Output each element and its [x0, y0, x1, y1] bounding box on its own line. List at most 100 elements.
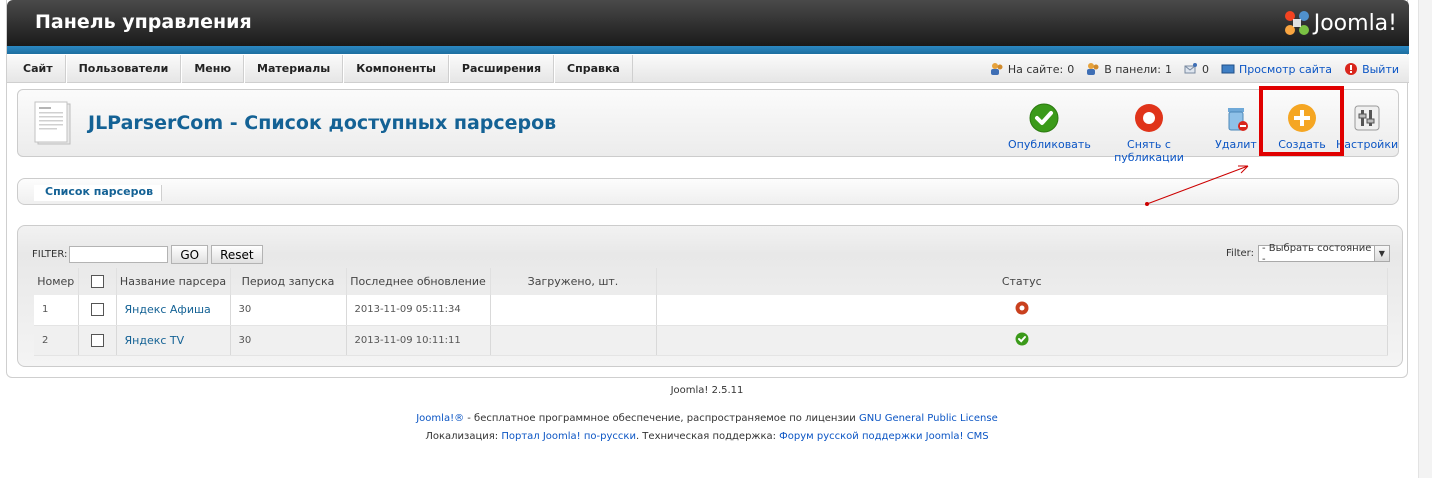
logout-link[interactable]: Выйти: [1344, 62, 1399, 76]
row-number: 2: [34, 325, 79, 356]
localization-label: Локализация:: [425, 431, 502, 442]
messages-icon: [1184, 63, 1198, 74]
go-button[interactable]: GO: [171, 245, 209, 264]
row-checkbox-cell: [78, 295, 117, 326]
settings-icon: [1351, 102, 1383, 134]
version-text: Joomla! 2.5.11: [670, 385, 744, 396]
row-status-cell: [656, 295, 1388, 326]
chevron-down-icon[interactable]: ▼: [1373, 246, 1389, 261]
filter-input[interactable]: [69, 246, 169, 263]
state-filter: Filter: - Выбрать состояние - ▼: [1226, 242, 1390, 265]
joomla-logo: Joomla!: [1282, 8, 1397, 38]
status-area: На сайте: 0 В панели: 1 0 Просмотр сайта…: [978, 55, 1399, 83]
header-bar: Панель управления Joomla!: [7, 0, 1409, 46]
state-select[interactable]: - Выбрать состояние - ▼: [1258, 242, 1390, 265]
row-name-cell: Яндекс TV: [116, 325, 231, 356]
main-menu-bar: Сайт Пользователи Меню Материалы Компоне…: [7, 55, 1409, 83]
unpublish-label: Снять с публикации: [1114, 138, 1184, 164]
users-icon: [990, 63, 1003, 75]
logout-icon: [1345, 63, 1358, 75]
row-checkbox[interactable]: [90, 333, 104, 347]
row-loaded: [490, 295, 657, 326]
view-site-link[interactable]: Просмотр сайта: [1221, 62, 1332, 76]
toolbar-box: JLParserCom - Список доступных парсеров …: [17, 89, 1399, 164]
unpublish-icon: [1133, 102, 1165, 134]
content-panel: FILTER: GO Reset Filter: - Выбрать состо…: [17, 225, 1403, 367]
settings-button[interactable]: Настройки: [1336, 102, 1398, 151]
on-site-count: 0: [1067, 62, 1075, 76]
reset-button[interactable]: Reset: [211, 245, 263, 264]
col-last-update[interactable]: Последнее обновление: [346, 268, 491, 295]
messages-status[interactable]: 0: [1184, 62, 1209, 76]
publish-button[interactable]: Опубликовать: [1008, 102, 1091, 151]
delete-label: Удалит: [1215, 138, 1257, 151]
col-number[interactable]: Номер: [34, 268, 79, 295]
in-panel-count: 1: [1165, 62, 1173, 76]
license-text: - бесплатное программное обеспечение, ра…: [464, 413, 859, 424]
footer: Joomla! 2.5.11 Joomla!® - бесплатное про…: [0, 385, 1414, 449]
messages-count: 0: [1202, 62, 1210, 76]
localization-link[interactable]: Портал Joomla! по-русски: [501, 431, 636, 442]
admin-window: Панель управления Joomla! Сайт Пользоват…: [6, 0, 1409, 378]
row-name-cell: Яндекс Афиша: [116, 295, 231, 326]
col-select-all: [78, 268, 117, 295]
trash-icon: [1220, 102, 1252, 134]
parser-name-link[interactable]: Яндекс TV: [125, 334, 185, 347]
row-period: 30: [230, 295, 347, 326]
menu-item-components[interactable]: Компоненты: [343, 55, 449, 83]
in-panel-status: В панели: 1: [1086, 62, 1172, 76]
row-status-cell: [656, 325, 1388, 356]
localization-line: Локализация: Портал Joomla! по-русски. Т…: [0, 431, 1414, 442]
publish-label: Опубликовать: [1008, 138, 1091, 151]
row-period: 30: [230, 325, 347, 356]
logout-text[interactable]: Выйти: [1362, 63, 1399, 76]
support-label: . Техническая поддержка:: [635, 431, 780, 442]
filter-bar: FILTER: GO Reset: [32, 245, 266, 264]
joomla-link[interactable]: Joomla!®: [416, 413, 464, 424]
col-loaded[interactable]: Загружено, шт.: [490, 268, 657, 295]
on-site-status: На сайте: 0: [990, 62, 1074, 76]
license-line: Joomla!® - бесплатное программное обеспе…: [0, 413, 1414, 424]
select-all-checkbox[interactable]: [90, 275, 104, 289]
unpublished-status-icon[interactable]: [1015, 301, 1029, 318]
unpublish-button[interactable]: Снять с публикации: [1096, 102, 1202, 164]
row-updated: 2013-11-09 10:11:11: [346, 325, 491, 356]
menu-item-extensions[interactable]: Расширения: [448, 55, 555, 83]
gpl-link[interactable]: GNU General Public License: [859, 413, 998, 424]
col-status[interactable]: Статус: [656, 268, 1388, 295]
col-period[interactable]: Период запуска: [230, 268, 347, 295]
row-checkbox[interactable]: [90, 303, 104, 317]
table-row: 2 Яндекс TV 30 2013-11-09 10:11:11: [34, 325, 1388, 356]
menu-item-users[interactable]: Пользователи: [65, 55, 182, 83]
menu-item-site[interactable]: Сайт: [11, 55, 66, 83]
menu-item-content[interactable]: Материалы: [244, 55, 344, 83]
row-loaded: [490, 325, 657, 356]
parser-name-link[interactable]: Яндекс Афиша: [125, 303, 211, 316]
joomla-logo-text: Joomla!: [1313, 10, 1397, 36]
support-forum-link[interactable]: Форум русской поддержки Joomla! CMS: [779, 431, 989, 442]
row-number: 1: [34, 295, 79, 326]
table-header-row: Номер Название парсера Период запуска По…: [34, 268, 1388, 295]
filter-label: FILTER:: [32, 249, 68, 260]
col-parser-name[interactable]: Название парсера: [116, 268, 231, 295]
state-filter-label: Filter:: [1226, 248, 1254, 259]
publish-icon: [1028, 102, 1060, 134]
row-checkbox-cell: [78, 325, 117, 356]
state-select-value: - Выбрать состояние -: [1262, 242, 1372, 265]
table-row: 1 Яндекс Афиша 30 2013-11-09 05:11:34: [34, 295, 1388, 326]
page-scrollbar[interactable]: [1418, 0, 1432, 478]
panel-title: Панель управления: [35, 11, 252, 33]
delete-button[interactable]: Удалит: [1214, 102, 1258, 151]
in-panel-label: В панели:: [1104, 62, 1162, 76]
page-title: JLParserCom - Список доступных парсеров: [88, 112, 557, 134]
menu-item-menus[interactable]: Меню: [181, 55, 245, 83]
view-site-text[interactable]: Просмотр сайта: [1239, 63, 1332, 76]
menu-item-help[interactable]: Справка: [554, 55, 633, 83]
tab-parsers-list[interactable]: Список парсеров: [34, 185, 163, 201]
admin-users-icon: [1087, 63, 1099, 75]
monitor-icon: [1221, 64, 1235, 74]
row-updated: 2013-11-09 05:11:34: [346, 295, 491, 326]
published-status-icon[interactable]: [1015, 332, 1029, 349]
article-icon: [32, 100, 72, 149]
submenu-bar: Список парсеров: [17, 178, 1399, 205]
